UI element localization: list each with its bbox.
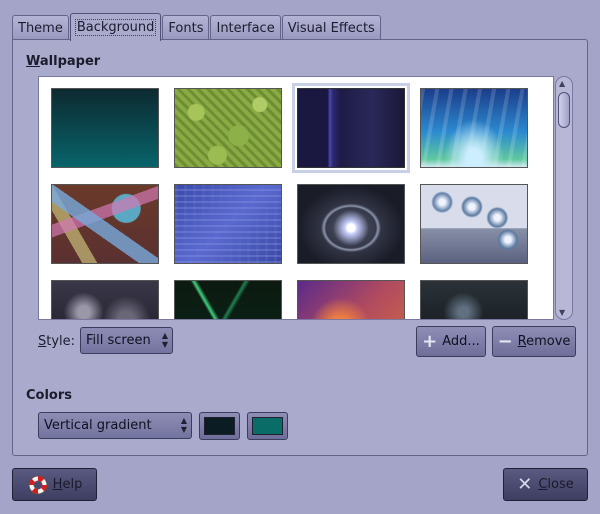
wallpaper-thumb-chrome-spheres[interactable] [420, 184, 528, 264]
wallpaper-thumb-dark-clouds[interactable] [51, 280, 159, 319]
color-mode-value: Vertical gradient [44, 418, 152, 433]
scroll-thumb[interactable] [558, 92, 570, 128]
tab-bar: Theme Background Fonts Interface Visual … [12, 13, 382, 41]
tab-visual-effects[interactable]: Visual Effects [281, 15, 381, 40]
wallpaper-thumb-light-burst[interactable] [297, 184, 405, 264]
background-panel: Wallpaper ▲ ▼ Style: Fill screen ▲ ▼ + Ad… [12, 39, 588, 456]
wallpaper-thumb-green-moss[interactable] [174, 88, 282, 168]
add-button[interactable]: + Add... [416, 326, 486, 357]
wallpaper-thumb-colored-squares[interactable] [51, 184, 159, 264]
scroll-up-icon[interactable]: ▲ [559, 79, 565, 89]
close-button-label: Close [538, 477, 574, 492]
add-button-label: Add... [442, 334, 480, 349]
tab-background-label: Background [74, 19, 157, 36]
wallpaper-thumb-orange-purple[interactable] [297, 280, 405, 319]
colors-heading: Colors [26, 388, 73, 403]
combo-arrows-icon: ▲ ▼ [180, 416, 187, 434]
plus-icon: + [422, 330, 438, 352]
wallpaper-thumb-green-streaks[interactable] [174, 280, 282, 319]
primary-color-swatch [204, 417, 235, 435]
minus-icon: − [497, 330, 513, 352]
secondary-color-button[interactable] [247, 412, 288, 440]
scroll-down-icon[interactable]: ▼ [559, 308, 565, 318]
wallpaper-heading: Wallpaper [26, 54, 101, 69]
style-dropdown[interactable]: Fill screen ▲ ▼ [80, 327, 173, 354]
style-dropdown-value: Fill screen [86, 333, 151, 348]
secondary-color-swatch [252, 417, 283, 435]
tab-background[interactable]: Background [69, 13, 162, 41]
wallpaper-thumb-blue-rays[interactable] [420, 88, 528, 168]
close-button[interactable]: ✕ Close [503, 468, 588, 501]
color-mode-dropdown[interactable]: Vertical gradient ▲ ▼ [38, 412, 192, 439]
remove-button-label: Remove [517, 334, 571, 349]
help-button[interactable]: Help [12, 468, 97, 501]
wallpaper-gallery[interactable] [38, 76, 554, 320]
wallpaper-thumb-blue-texture[interactable] [174, 184, 282, 264]
tab-interface[interactable]: Interface [210, 15, 281, 40]
tab-theme[interactable]: Theme [12, 15, 69, 40]
style-label: Style: [38, 334, 76, 349]
wallpaper-thumb-teal-gradient[interactable] [51, 88, 159, 168]
close-icon: ✕ [517, 473, 533, 495]
lifebuoy-icon [28, 475, 48, 494]
combo-arrows-icon: ▲ ▼ [161, 331, 168, 349]
wallpaper-thumb-dark-abstract[interactable] [420, 280, 528, 319]
primary-color-button[interactable] [199, 412, 240, 440]
help-button-label: Help [52, 477, 83, 492]
wallpaper-thumb-purple-swirl[interactable] [292, 83, 410, 173]
remove-button[interactable]: − Remove [492, 326, 576, 357]
wallpaper-scrollbar[interactable]: ▲ ▼ [555, 76, 573, 320]
tab-fonts[interactable]: Fonts [162, 15, 210, 40]
